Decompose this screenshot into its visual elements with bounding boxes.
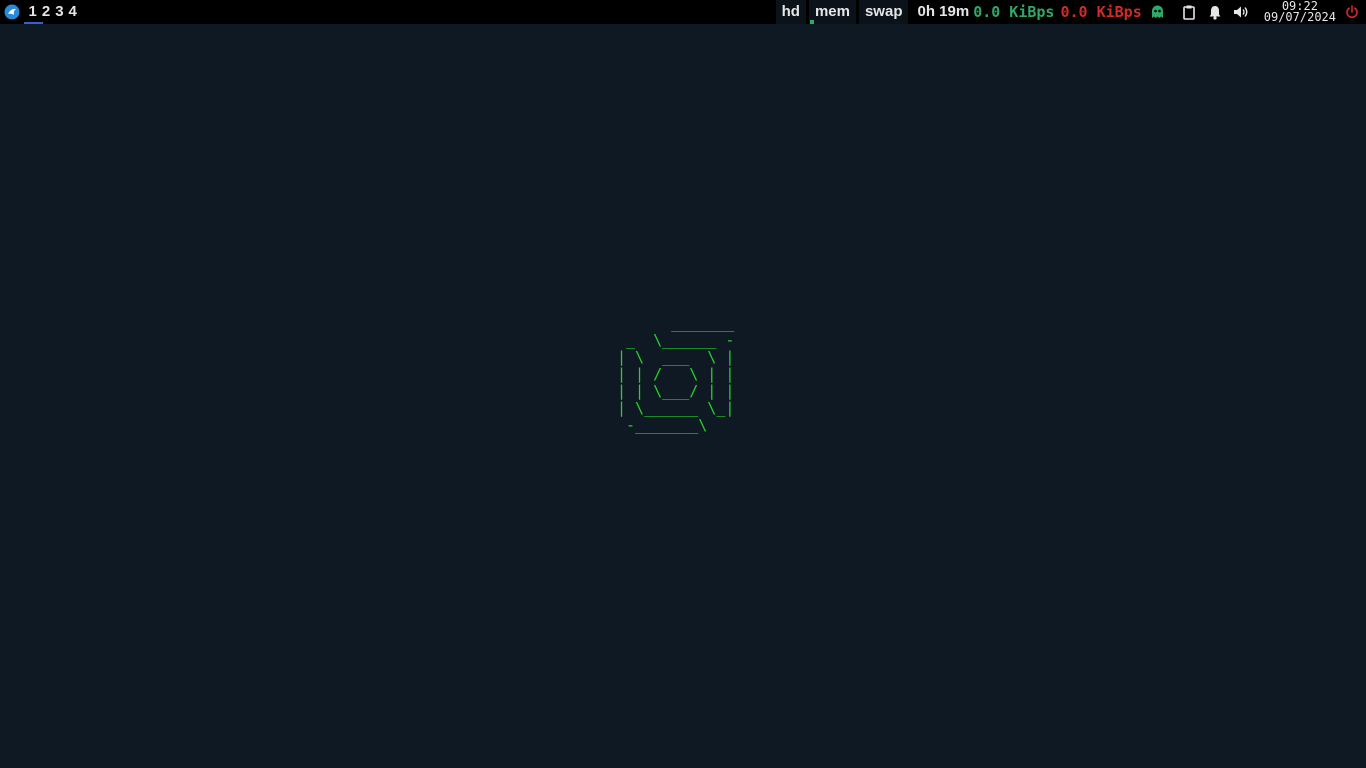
- workspace-2[interactable]: 2: [39, 0, 52, 24]
- clipboard-icon[interactable]: [1181, 4, 1197, 20]
- bar-left-section: 1 2 3 4: [0, 0, 79, 24]
- hd-module[interactable]: hd: [775, 0, 806, 24]
- clock[interactable]: 09:22 09/07/2024: [1263, 0, 1336, 24]
- ascii-art-logo: _______ _ \______ - | \ ___ \ | | | / \ …: [617, 314, 735, 434]
- workspace-4[interactable]: 4: [66, 0, 79, 24]
- network-down-value: 0.0 KiBps: [1060, 3, 1142, 21]
- network-up-value: 0.0 KiBps: [973, 3, 1055, 21]
- ghost-icon[interactable]: [1150, 4, 1166, 20]
- uptime-module: 0h 19m: [917, 3, 970, 20]
- swap-module[interactable]: swap: [858, 0, 909, 24]
- workspace-1[interactable]: 1: [23, 0, 44, 24]
- volume-icon[interactable]: [1233, 4, 1249, 20]
- power-icon[interactable]: [1344, 4, 1360, 20]
- network-down-rate: 0.0 KiBps: [1060, 0, 1141, 24]
- bar-right-section: hd mem swap 0h 19m 0.0 KiBps 0.0 KiBps 0…: [775, 0, 1366, 24]
- distro-logo-icon[interactable]: [4, 4, 20, 20]
- bell-icon[interactable]: [1207, 4, 1223, 20]
- mem-module[interactable]: mem: [808, 0, 856, 24]
- clock-date: 09/07/2024: [1263, 10, 1336, 24]
- network-up-rate: 0.0 KiBps: [973, 0, 1054, 24]
- top-bar: 1 2 3 4 hd mem swap 0h 19m 0.0 KiBps 0.0…: [0, 0, 1366, 24]
- workspace-3[interactable]: 3: [53, 0, 66, 24]
